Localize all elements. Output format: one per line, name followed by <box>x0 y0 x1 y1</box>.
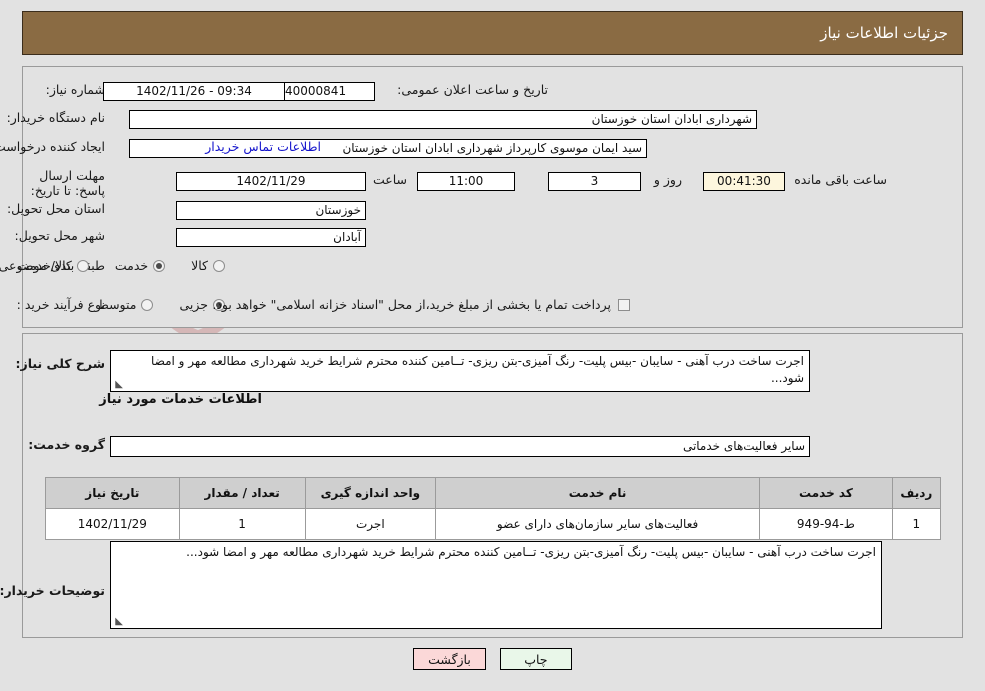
col-need-date: تاریخ نیاز <box>45 477 180 509</box>
category-option-kala[interactable]: کالا <box>191 258 225 273</box>
city-label: شهر محل تحویل: <box>14 228 105 243</box>
service-group-value: سایر فعالیت‌های خدماتی <box>110 436 810 457</box>
process-option-motevaset[interactable]: متوسط <box>97 297 154 312</box>
print-button[interactable]: چاپ <box>499 648 572 670</box>
process-option-label-0: جزیی <box>179 297 208 312</box>
cell-quantity: 1 <box>178 508 306 540</box>
requester-label-row: ایجاد کننده درخواست: <box>0 139 105 154</box>
countdown-row: 00:41:30 <box>703 172 785 191</box>
col-service-name: نام خدمت <box>435 477 761 509</box>
countdown-label-row: ساعت باقی مانده <box>794 172 887 187</box>
process-radio-group: جزیی متوسط <box>97 297 225 312</box>
announce-datetime-label: تاریخ و ساعت اعلان عمومی: <box>397 82 548 97</box>
requester-label: ایجاد کننده درخواست: <box>0 139 105 154</box>
need-info-panel <box>22 66 963 328</box>
back-button[interactable]: بازگشت <box>413 648 486 670</box>
col-unit: واحد اندازه گیری <box>304 477 437 509</box>
buyer-org-label-row: نام دستگاه خریدار: <box>7 110 105 125</box>
days-label-row: روز و <box>654 172 682 187</box>
category-radio-group: کالا خدمت کالا/خدمت <box>17 258 225 273</box>
city-value: آبادان <box>176 228 366 247</box>
col-service-code: کد خدمت <box>759 477 893 509</box>
buyer-contact-link-row[interactable]: اطلاعات تماس خریدار <box>205 139 321 154</box>
province-label-row: استان محل تحویل: <box>7 201 105 216</box>
deadline-date-value: 1402/11/29 <box>176 172 366 191</box>
need-summary-text: اجرت ساخت درب آهنی - سایبان -بیس پلیت- ر… <box>151 354 804 385</box>
cell-service-code: ط-94-949 <box>759 508 893 540</box>
city-field-row: آبادان <box>176 228 366 247</box>
province-field-row: خوزستان <box>176 201 366 220</box>
announce-datetime-field-row: 09:34 - 1402/11/26 <box>103 82 285 101</box>
category-option-khedmat[interactable]: خدمت <box>114 258 166 273</box>
countdown-timer-value: 00:41:30 <box>703 172 785 191</box>
need-summary-text-box[interactable]: اجرت ساخت درب آهنی - سایبان -بیس پلیت- ر… <box>110 350 810 392</box>
need-number-label-row: شماره نیاز: <box>46 82 105 97</box>
treasury-checkbox-label: پرداخت تمام یا بخشی از مبلغ خرید،از محل … <box>212 297 611 312</box>
buyer-notes-field-row: اجرت ساخت درب آهنی - سایبان -بیس پلیت- ر… <box>110 541 882 629</box>
process-option-label-1: متوسط <box>97 297 137 312</box>
buyer-contact-link[interactable]: اطلاعات تماس خریدار <box>205 139 321 154</box>
radio-kala-khedmat[interactable] <box>76 259 89 272</box>
radio-khedmat[interactable] <box>153 259 166 272</box>
province-value: خوزستان <box>176 201 366 220</box>
col-quantity: تعداد / مقدار <box>178 477 306 509</box>
buyer-org-value: شهرداری ابادان استان خوزستان <box>129 110 757 129</box>
resize-grip-icon-notes[interactable]: ◣ <box>113 617 123 627</box>
city-label-row: شهر محل تحویل: <box>15 228 105 243</box>
treasury-checkbox[interactable] <box>618 298 630 311</box>
deadline-time-row: 11:00 <box>417 172 515 191</box>
province-label: استان محل تحویل: <box>6 201 105 216</box>
need-summary-label-row: شرح کلی نیاز: <box>16 356 105 371</box>
tender-details-page: AriaTender.net جزئیات اطلاعات نیاز شماره… <box>0 0 985 691</box>
table-header-row: ردیف کد خدمت نام خدمت واحد اندازه گیری ت… <box>45 477 942 509</box>
cell-unit: اجرت <box>304 508 437 540</box>
need-number-label: شماره نیاز: <box>45 82 105 97</box>
page-title-text: جزئیات اطلاعات نیاز <box>820 24 948 42</box>
buyer-notes-label: توضیحات خریدار: <box>0 583 105 598</box>
category-option-kala-khedmat[interactable]: کالا/خدمت <box>17 258 89 273</box>
need-summary-field-row: اجرت ساخت درب آهنی - سایبان -بیس پلیت- ر… <box>110 350 810 392</box>
days-value-row: 3 <box>548 172 641 191</box>
table-row: 1 ط-94-949 فعالیت‌های سایر سازمان‌های دا… <box>45 508 942 540</box>
announce-datetime-value: 09:34 - 1402/11/26 <box>103 82 285 101</box>
service-group-label: گروه خدمت: <box>28 437 105 452</box>
cell-radif: 1 <box>891 508 942 540</box>
services-heading-text: اطلاعات خدمات مورد نیاز <box>99 392 262 407</box>
process-label: نوع فرآیند خرید : <box>16 297 105 312</box>
category-option-label-0: کالا <box>191 258 208 273</box>
service-group-label-row: گروه خدمت: <box>28 437 105 452</box>
process-label-row: نوع فرآیند خرید : <box>17 297 105 312</box>
radio-motevaset[interactable] <box>141 298 154 311</box>
countdown-label: ساعت باقی مانده <box>794 172 887 187</box>
col-radif: ردیف <box>891 477 942 509</box>
treasury-checkbox-row[interactable]: پرداخت تمام یا بخشی از مبلغ خرید،از محل … <box>212 297 630 312</box>
services-heading: اطلاعات خدمات مورد نیاز <box>99 392 262 407</box>
announce-datetime-label-row: تاریخ و ساعت اعلان عمومی: <box>397 82 548 97</box>
radio-kala[interactable] <box>213 259 225 272</box>
buyer-notes-label-row: توضیحات خریدار: <box>0 583 105 598</box>
category-option-label-1: خدمت <box>114 258 149 273</box>
page-title: جزئیات اطلاعات نیاز <box>22 11 963 55</box>
buyer-org-field-row: شهرداری ابادان استان خوزستان <box>129 110 757 129</box>
need-summary-label: شرح کلی نیاز: <box>15 356 105 371</box>
buyer-notes-text: اجرت ساخت درب آهنی - سایبان -بیس پلیت- ر… <box>186 545 876 559</box>
deadline-label-row: مهلت ارسال پاسخ: تا تاریخ: <box>21 168 105 198</box>
deadline-label: مهلت ارسال پاسخ: تا تاریخ: <box>30 168 105 198</box>
buyer-org-label: نام دستگاه خریدار: <box>6 110 105 125</box>
hour-label-row: ساعت <box>373 172 407 187</box>
resize-grip-icon[interactable]: ◣ <box>113 380 123 390</box>
days-label: روز و <box>653 172 682 187</box>
services-table: ردیف کد خدمت نام خدمت واحد اندازه گیری ت… <box>45 477 942 540</box>
deadline-date-row: 1402/11/29 <box>176 172 366 191</box>
days-remaining-value: 3 <box>548 172 641 191</box>
cell-need-date: 1402/11/29 <box>45 508 180 540</box>
hour-label: ساعت <box>372 172 407 187</box>
buyer-notes-text-box[interactable]: اجرت ساخت درب آهنی - سایبان -بیس پلیت- ر… <box>110 541 882 629</box>
category-option-label-2: کالا/خدمت <box>17 258 72 273</box>
cell-service-name: فعالیت‌های سایر سازمان‌های دارای عضو <box>435 508 761 540</box>
footer-button-bar: بازگشت چاپ <box>0 648 985 670</box>
service-group-field-row: سایر فعالیت‌های خدماتی <box>110 436 810 457</box>
deadline-time-value: 11:00 <box>417 172 515 191</box>
